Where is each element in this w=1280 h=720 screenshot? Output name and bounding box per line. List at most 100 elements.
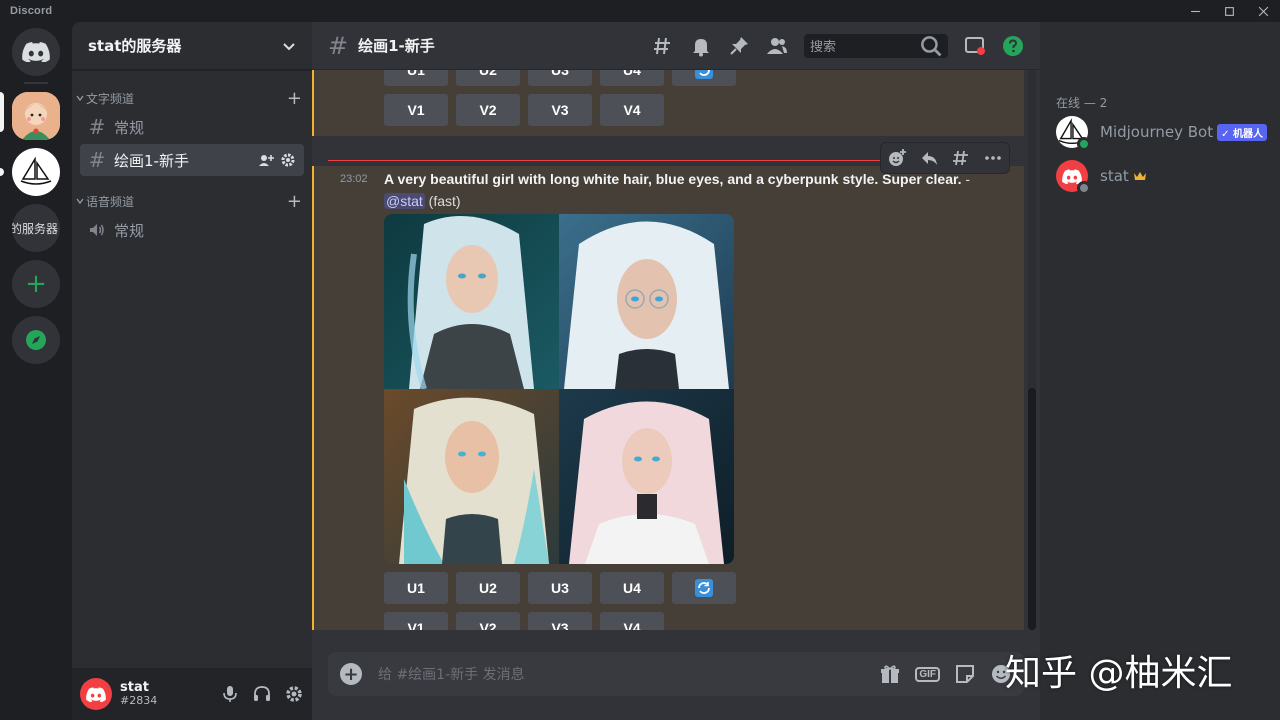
search-icon <box>921 35 942 56</box>
gear-icon[interactable] <box>284 684 304 704</box>
gear-icon[interactable] <box>280 152 296 168</box>
u3-button[interactable]: U3 <box>528 572 592 604</box>
user-panel: stat #2834 <box>72 668 312 720</box>
composer-placeholder: 给 #绘画1-新手 发消息 <box>378 667 525 683</box>
u1-button[interactable]: U1 <box>384 572 448 604</box>
server-text-label: 的服务器 <box>12 221 59 236</box>
u4-button[interactable]: U4 <box>600 572 664 604</box>
v2-button[interactable]: V2 <box>456 612 520 630</box>
channel-title: 绘画1-新手 <box>358 37 435 55</box>
refresh-icon <box>695 579 713 597</box>
app-title: Discord <box>10 5 53 17</box>
plus-icon: + <box>343 663 359 685</box>
member-name: Midjourney Bot <box>1100 123 1214 141</box>
u2-button[interactable]: U2 <box>456 70 520 86</box>
generated-image-3[interactable] <box>384 389 559 564</box>
hashtag-icon: # <box>88 148 106 172</box>
u4-button[interactable]: U4 <box>600 70 664 86</box>
window-titlebar: Discord <box>0 0 1280 22</box>
hashtag-icon: # <box>88 115 106 139</box>
home-button[interactable] <box>12 28 60 76</box>
voice-channel-general[interactable]: 常规 <box>80 214 304 246</box>
reply-icon[interactable] <box>919 148 939 168</box>
image-grid[interactable] <box>384 214 734 564</box>
user-mention[interactable]: @stat <box>384 193 425 209</box>
v3-button[interactable]: V3 <box>528 94 592 126</box>
add-server-button[interactable]: + <box>12 260 60 308</box>
upload-button[interactable]: + <box>340 663 362 685</box>
top-upscale-row: U1 U2 U3 U4 <box>384 70 736 86</box>
generated-image-2[interactable] <box>559 214 734 389</box>
v3-button[interactable]: V3 <box>528 612 592 630</box>
category-label: 文字频道 <box>86 91 135 106</box>
add-reaction-icon[interactable] <box>887 148 907 168</box>
rail-divider <box>24 82 48 84</box>
pin-icon[interactable] <box>728 35 750 57</box>
category-voice-channels[interactable]: 语音频道 + <box>72 189 312 213</box>
member-list-icon[interactable] <box>766 35 788 57</box>
server-text-icon[interactable]: 的服务器 <box>12 204 60 252</box>
cartoon-avatar-icon <box>12 92 60 140</box>
watermark: 知乎 @柚米汇 <box>1005 653 1233 694</box>
u1-button[interactable]: U1 <box>384 70 448 86</box>
category-text-channels[interactable]: 文字频道 + <box>72 86 312 110</box>
close-icon[interactable] <box>1246 0 1280 22</box>
v4-button[interactable]: V4 <box>600 612 664 630</box>
avatar <box>1056 116 1091 151</box>
explore-servers-button[interactable] <box>12 316 60 364</box>
member-stat[interactable]: stat <box>1056 156 1276 196</box>
channel-item-painting[interactable]: # 绘画1-新手 <box>80 144 304 176</box>
chevron-down-icon <box>283 42 295 50</box>
guild-header[interactable]: stat的服务器 <box>72 22 312 70</box>
channel-label: 常规 <box>114 118 145 137</box>
active-server-pill <box>0 92 4 132</box>
channel-label: 常规 <box>114 221 145 240</box>
channel-header: # 绘画1-新手 搜索 <box>312 22 1040 70</box>
inbox-icon[interactable] <box>964 35 986 57</box>
create-thread-icon[interactable] <box>951 148 971 168</box>
bell-icon[interactable] <box>690 35 712 57</box>
guild-name: stat的服务器 <box>88 37 182 55</box>
threads-icon[interactable] <box>652 35 674 57</box>
avatar <box>1056 160 1091 195</box>
offline-status-icon <box>1077 181 1091 195</box>
search-input[interactable]: 搜索 <box>804 33 948 58</box>
member-midjourney-bot[interactable]: Midjourney Bot ✓ 机器人 <box>1056 112 1276 152</box>
help-icon[interactable] <box>1002 35 1024 57</box>
scrollbar-thumb[interactable] <box>1028 388 1036 630</box>
v2-button[interactable]: V2 <box>456 94 520 126</box>
minimize-icon[interactable] <box>1178 0 1212 22</box>
channel-item-general[interactable]: # 常规 <box>80 111 304 143</box>
generated-image-4[interactable] <box>559 389 734 564</box>
invite-member-icon[interactable] <box>258 152 274 168</box>
sticker-icon[interactable] <box>954 663 976 685</box>
gift-icon[interactable] <box>879 663 901 685</box>
u2-button[interactable]: U2 <box>456 572 520 604</box>
maximize-icon[interactable] <box>1212 0 1246 22</box>
server-midjourney[interactable] <box>12 148 60 196</box>
v1-button[interactable]: V1 <box>384 612 448 630</box>
generated-image-1[interactable] <box>384 214 559 389</box>
message-composer[interactable]: + 给 #绘画1-新手 发消息 GIF <box>328 652 1024 696</box>
microphone-icon[interactable] <box>220 684 240 704</box>
mention-bar <box>312 166 314 630</box>
create-channel-icon[interactable]: + <box>287 191 302 212</box>
reroll-button[interactable] <box>672 70 736 86</box>
message-timestamp: 23:02 <box>340 173 368 185</box>
window-controls <box>1178 0 1280 22</box>
u3-button[interactable]: U3 <box>528 70 592 86</box>
more-icon[interactable] <box>983 148 1003 168</box>
v1-button[interactable]: V1 <box>384 94 448 126</box>
v4-button[interactable]: V4 <box>600 94 664 126</box>
headphones-icon[interactable] <box>252 684 272 704</box>
server-stat-avatar[interactable] <box>12 92 60 140</box>
gif-button[interactable]: GIF <box>915 666 940 682</box>
avatar[interactable] <box>80 678 112 710</box>
reroll-button[interactable] <box>672 572 736 604</box>
mention-bar <box>312 70 314 136</box>
top-variation-row: V1 V2 V3 V4 <box>384 94 664 126</box>
server-rail: 的服务器 + <box>0 22 72 720</box>
prompt-text: A very beautiful girl with long white ha… <box>384 171 962 187</box>
create-channel-icon[interactable]: + <box>287 88 302 109</box>
unread-pill <box>0 168 4 176</box>
